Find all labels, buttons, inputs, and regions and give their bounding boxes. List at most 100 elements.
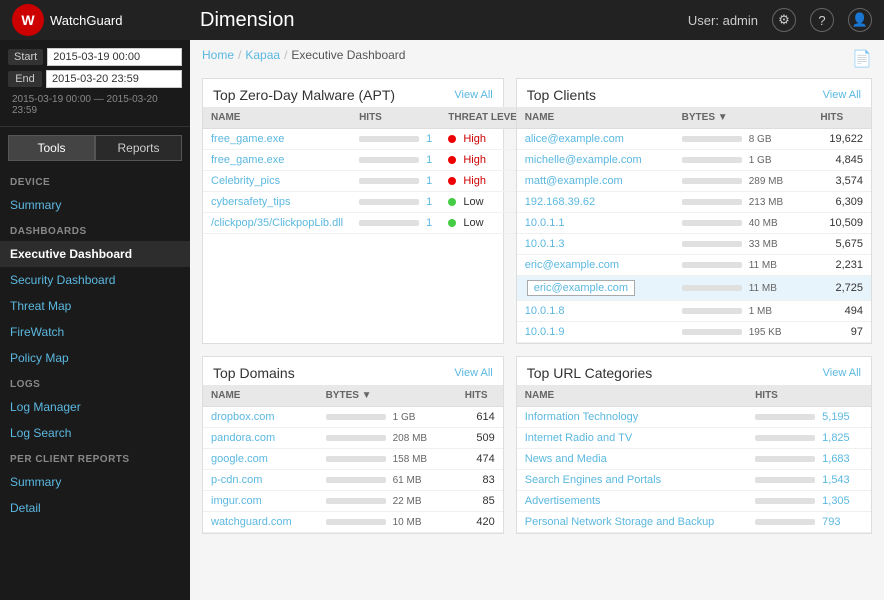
table-row: watchguard.com 10 MB 420: [203, 512, 503, 533]
client-name[interactable]: 10.0.1.3: [525, 238, 565, 250]
malware-viewall[interactable]: View All: [454, 89, 492, 101]
sidebar-item-policy-map[interactable]: Policy Map: [0, 345, 190, 371]
breadcrumb-current: Executive Dashboard: [291, 48, 405, 62]
table-row: michelle@example.com 1 GB 4,845: [517, 150, 871, 171]
reports-button[interactable]: Reports: [95, 135, 182, 161]
client-name-cell[interactable]: 10.0.1.9: [517, 322, 674, 343]
sidebar-buttons: Tools Reports: [0, 127, 190, 169]
end-label: End: [8, 71, 42, 87]
domains-viewall[interactable]: View All: [454, 367, 492, 379]
breadcrumb: Home / Kapaa / Executive Dashboard: [202, 48, 405, 62]
url-name[interactable]: News and Media: [517, 449, 747, 470]
sidebar-item-log-manager[interactable]: Log Manager: [0, 394, 190, 420]
domain-name[interactable]: pandora.com: [203, 428, 318, 449]
malware-hits: 1: [351, 171, 440, 192]
domain-name[interactable]: imgur.com: [203, 491, 318, 512]
help-icon[interactable]: ?: [810, 8, 834, 32]
malware-name[interactable]: cybersafety_tips: [203, 192, 351, 213]
url-name[interactable]: Advertisements: [517, 491, 747, 512]
table-row: Information Technology 5,195: [517, 407, 871, 428]
sidebar-item-log-search[interactable]: Log Search: [0, 420, 190, 446]
client-name-cell[interactable]: eric@example.com: [517, 255, 674, 276]
domain-hits: 474: [457, 449, 503, 470]
url-name[interactable]: Search Engines and Portals: [517, 470, 747, 491]
sidebar-item-summary[interactable]: Summary: [0, 192, 190, 218]
client-name-cell[interactable]: 192.168.39.62: [517, 192, 674, 213]
domain-name[interactable]: p-cdn.com: [203, 470, 318, 491]
client-bytes: 40 MB: [674, 213, 813, 234]
table-row: cybersafety_tips 1 Low: [203, 192, 531, 213]
sidebar-item-per-client-summary[interactable]: Summary: [0, 469, 190, 495]
table-row: 10.0.1.9 195 KB 97: [517, 322, 871, 343]
client-name-cell[interactable]: alice@example.com: [517, 129, 674, 150]
client-name[interactable]: 10.0.1.1: [525, 217, 565, 229]
clients-panel: Top Clients View All NAME BYTES ▼ HITS a…: [516, 78, 872, 344]
url-col-name: NAME: [517, 385, 747, 407]
domain-bytes: 158 MB: [318, 449, 457, 470]
domain-name[interactable]: watchguard.com: [203, 512, 318, 533]
table-row: Celebrity_pics 1 High: [203, 171, 531, 192]
logs-section-label: LOGS: [0, 371, 190, 394]
breadcrumb-home[interactable]: Home: [202, 48, 234, 62]
client-name[interactable]: 10.0.1.9: [525, 326, 565, 338]
client-name[interactable]: matt@example.com: [525, 175, 623, 187]
url-hits: 793: [747, 512, 871, 533]
client-name[interactable]: eric@example.com: [525, 259, 619, 271]
pdf-icon[interactable]: 📄: [852, 49, 872, 69]
table-row: Personal Network Storage and Backup 793: [517, 512, 871, 533]
client-name-cell[interactable]: 10.0.1.1: [517, 213, 674, 234]
table-row: Internet Radio and TV 1,825: [517, 428, 871, 449]
sidebar-item-per-client-detail[interactable]: Detail: [0, 495, 190, 521]
logo-icon: W: [12, 4, 44, 36]
url-name[interactable]: Information Technology: [517, 407, 747, 428]
clients-viewall[interactable]: View All: [823, 89, 861, 101]
breadcrumb-kapaa[interactable]: Kapaa: [245, 48, 280, 62]
sidebar-item-threat-map[interactable]: Threat Map: [0, 293, 190, 319]
settings-icon[interactable]: ⚙: [772, 8, 796, 32]
client-name[interactable]: 10.0.1.8: [525, 305, 565, 317]
table-row: matt@example.com 289 MB 3,574: [517, 171, 871, 192]
client-name[interactable]: michelle@example.com: [525, 154, 642, 166]
domains-col-hits: HITS: [457, 385, 503, 407]
url-name[interactable]: Internet Radio and TV: [517, 428, 747, 449]
url-hits: 1,305: [747, 491, 871, 512]
start-date[interactable]: 2015-03-19 00:00: [47, 48, 182, 66]
url-title: Top URL Categories: [527, 365, 653, 381]
sidebar-item-firewatch[interactable]: FireWatch: [0, 319, 190, 345]
end-date[interactable]: 2015-03-20 23:59: [46, 70, 182, 88]
url-hits: 1,825: [747, 428, 871, 449]
client-name[interactable]: alice@example.com: [525, 133, 624, 145]
malware-hits: 1: [351, 213, 440, 234]
user-icon[interactable]: 👤: [848, 8, 872, 32]
url-name[interactable]: Personal Network Storage and Backup: [517, 512, 747, 533]
table-row: eric@example.com 11 MB 2,725: [517, 276, 871, 301]
clients-title: Top Clients: [527, 87, 596, 103]
client-hits: 494: [812, 301, 871, 322]
client-name-cell[interactable]: 10.0.1.8: [517, 301, 674, 322]
table-row: 192.168.39.62 213 MB 6,309: [517, 192, 871, 213]
client-bytes: 11 MB: [674, 276, 813, 301]
clients-col-bytes: BYTES ▼: [674, 107, 813, 129]
sidebar-item-security-dash[interactable]: Security Dashboard: [0, 267, 190, 293]
url-viewall[interactable]: View All: [823, 367, 861, 379]
domain-bytes: 208 MB: [318, 428, 457, 449]
malware-name[interactable]: Celebrity_pics: [203, 171, 351, 192]
main-content: Home / Kapaa / Executive Dashboard 📄 Top…: [190, 40, 884, 600]
sidebar-item-exec-dash[interactable]: Executive Dashboard: [0, 241, 190, 267]
domain-name[interactable]: dropbox.com: [203, 407, 318, 428]
client-name[interactable]: 192.168.39.62: [525, 196, 595, 208]
table-row: /clickpop/35/ClickpopLib.dll 1 Low: [203, 213, 531, 234]
tools-button[interactable]: Tools: [8, 135, 95, 161]
malware-name[interactable]: free_game.exe: [203, 129, 351, 150]
malware-name[interactable]: free_game.exe: [203, 150, 351, 171]
client-hits: 2,231: [812, 255, 871, 276]
url-col-hits: HITS: [747, 385, 871, 407]
client-name-cell[interactable]: eric@example.com: [517, 276, 674, 301]
domain-bytes: 1 GB: [318, 407, 457, 428]
client-name-cell[interactable]: matt@example.com: [517, 171, 674, 192]
client-name-cell[interactable]: michelle@example.com: [517, 150, 674, 171]
client-name-cell[interactable]: 10.0.1.3: [517, 234, 674, 255]
malware-name[interactable]: /clickpop/35/ClickpopLib.dll: [203, 213, 351, 234]
client-hits: 19,622: [812, 129, 871, 150]
domain-name[interactable]: google.com: [203, 449, 318, 470]
